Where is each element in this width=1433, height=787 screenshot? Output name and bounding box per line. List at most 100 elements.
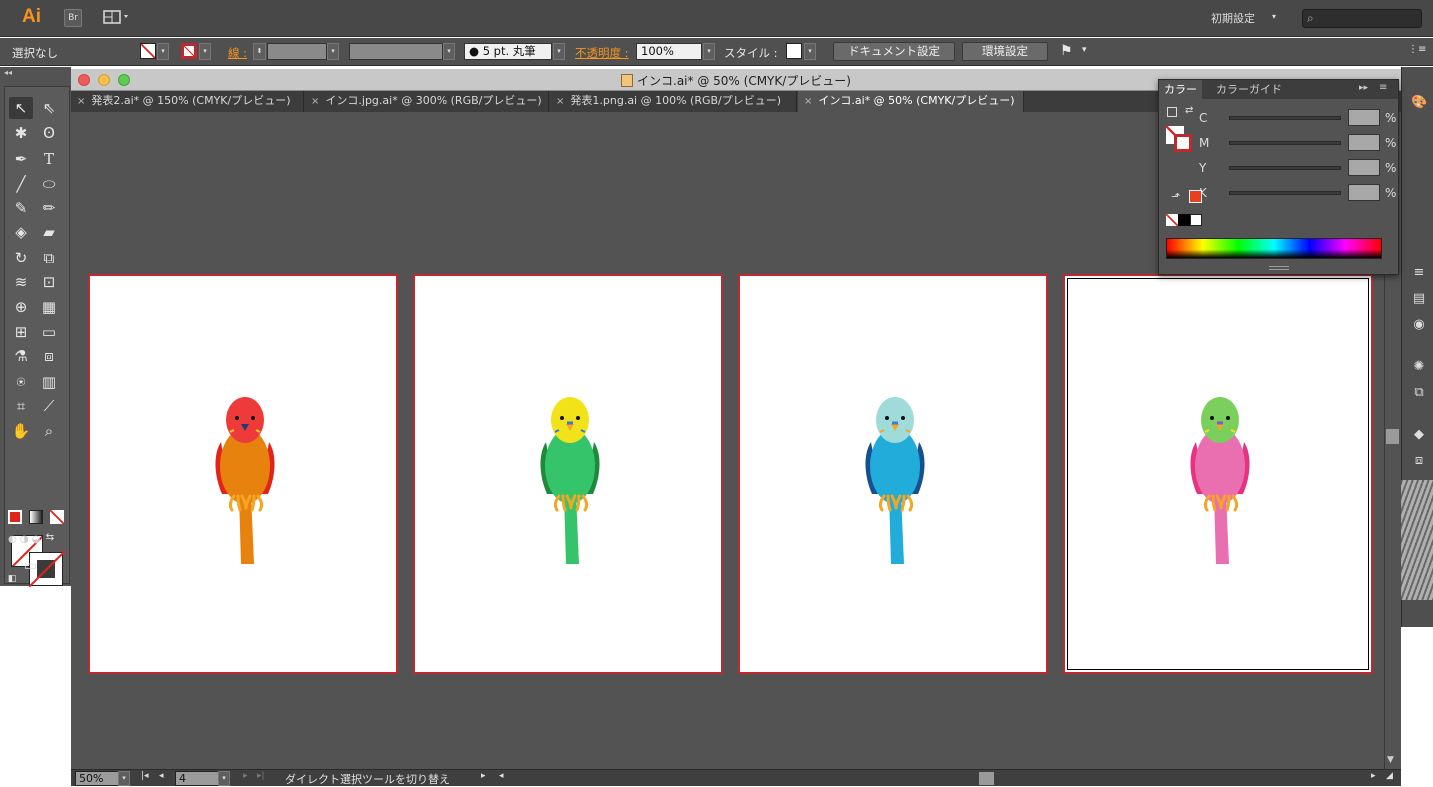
artboard-4[interactable]: [1063, 274, 1373, 674]
draw-modes-icon[interactable]: ◐ ◑ ◒: [8, 534, 62, 548]
color-mode-button[interactable]: [8, 510, 22, 524]
default-colors-icon[interactable]: ◧: [5, 573, 19, 585]
out-of-gamut-swatch[interactable]: [1189, 190, 1202, 203]
tab-inko-jpg[interactable]: × インコ.jpg.ai* @ 300% (RGB/プレビュー): [305, 91, 549, 112]
arrange-documents-button[interactable]: [102, 9, 132, 27]
expand-panel-icon[interactable]: ▸▸: [1359, 83, 1368, 93]
default-fill-stroke-icon[interactable]: [1167, 107, 1177, 117]
cyan-value[interactable]: [1348, 109, 1380, 126]
yellow-slider[interactable]: Y%: [1199, 159, 1396, 177]
panel-resize-grip[interactable]: [1269, 266, 1289, 270]
previous-artboard-icon[interactable]: ◂: [159, 771, 164, 781]
tab-hyoka2[interactable]: × 発表2.ai* @ 150% (CMYK/プレビュー): [71, 91, 304, 112]
preferences-button[interactable]: 環境設定: [962, 42, 1048, 61]
tab-color[interactable]: カラー: [1159, 80, 1202, 99]
artboard-number-field[interactable]: 4: [175, 771, 219, 786]
opacity-label[interactable]: 不透明度 :: [575, 45, 629, 61]
type-tool-icon[interactable]: T: [37, 148, 61, 170]
scroll-down-icon[interactable]: ▼: [1387, 755, 1394, 765]
symbol-sprayer-icon[interactable]: ⍟: [9, 371, 33, 393]
stroke-dropdown[interactable]: ▾: [199, 43, 211, 60]
profile-dropdown[interactable]: ▾: [443, 43, 455, 60]
close-tab-icon[interactable]: ×: [311, 96, 319, 107]
gradient-mode-button[interactable]: [29, 510, 43, 524]
graphic-style-swatch[interactable]: [786, 43, 802, 59]
gradient-panel-icon[interactable]: ▤: [1411, 291, 1427, 307]
hand-tool-icon[interactable]: ✋: [9, 420, 33, 442]
first-artboard-icon[interactable]: |◂: [141, 771, 149, 781]
cyan-slider[interactable]: C%: [1199, 109, 1396, 127]
selection-tool-icon[interactable]: ↖: [9, 97, 33, 119]
none-swatch[interactable]: [1166, 214, 1178, 226]
appearance-panel-icon[interactable]: ✺: [1411, 359, 1427, 375]
free-transform-icon[interactable]: ⊡: [37, 271, 61, 293]
none-mode-button[interactable]: [50, 510, 64, 524]
scroll-right-icon[interactable]: ▸: [1371, 771, 1376, 781]
graphic-styles-icon[interactable]: ⧉: [1411, 385, 1427, 401]
column-graph-icon[interactable]: ▥: [37, 371, 61, 393]
mesh-tool-icon[interactable]: ⊞: [9, 321, 33, 343]
resize-grip-icon[interactable]: ◢: [1386, 771, 1393, 781]
transparency-panel-icon[interactable]: ◉: [1411, 317, 1427, 333]
stroke-weight-dropdown[interactable]: ▾: [327, 43, 339, 60]
color-palette-icon[interactable]: 🎨: [1411, 95, 1427, 111]
vertical-scroll-thumb[interactable]: [1386, 429, 1399, 444]
white-swatch[interactable]: [1190, 214, 1202, 226]
tab-hyoka1-png[interactable]: × 発表1.png.ai @ 100% (RGB/プレビュー): [550, 91, 797, 112]
black-slider[interactable]: K%: [1199, 184, 1396, 202]
horizontal-scroll-thumb[interactable]: [979, 772, 994, 785]
magic-wand-icon[interactable]: ✱: [9, 122, 33, 144]
yellow-value[interactable]: [1348, 159, 1380, 176]
out-of-gamut-warning-icon[interactable]: ⬏: [1171, 190, 1180, 203]
bridge-button[interactable]: Br: [64, 9, 82, 27]
stroke-panel-icon[interactable]: ≡: [1411, 265, 1427, 281]
collapse-arrows-icon[interactable]: ◂◂: [4, 68, 12, 77]
magenta-slider[interactable]: M%: [1199, 134, 1396, 152]
brush-dropdown[interactable]: ▾: [553, 43, 565, 60]
workspace-switcher[interactable]: 初期設定: [1211, 10, 1255, 26]
rotate-tool-icon[interactable]: ↻: [9, 247, 33, 269]
stroke-swatch[interactable]: [181, 43, 197, 59]
paintbrush-tool-icon[interactable]: ✎: [9, 197, 33, 219]
document-setup-button[interactable]: ドキュメント設定: [833, 42, 955, 61]
brush-definition[interactable]: ● 5 pt. 丸筆: [464, 43, 552, 60]
tab-inko-ai[interactable]: × インコ.ai* @ 50% (CMYK/プレビュー): [798, 91, 1024, 112]
close-tab-icon[interactable]: ×: [804, 96, 812, 107]
artboard-3[interactable]: [738, 274, 1048, 674]
fill-dropdown[interactable]: ▾: [157, 43, 169, 60]
swap-icon[interactable]: ⇄: [1185, 105, 1193, 116]
blob-brush-icon[interactable]: ◈: [9, 221, 33, 243]
scale-tool-icon[interactable]: ⧉: [37, 247, 61, 269]
perspective-grid-icon[interactable]: ▦: [37, 296, 61, 318]
artboard-2[interactable]: [413, 274, 723, 674]
pencil-tool-icon[interactable]: ✏: [37, 197, 61, 219]
zoom-tool-icon[interactable]: ⌕: [37, 420, 61, 442]
pen-tool-icon[interactable]: ✒: [9, 148, 33, 170]
line-tool-icon[interactable]: ╱: [9, 173, 33, 195]
status-menu-icon[interactable]: ▸: [481, 771, 486, 781]
ellipse-tool-icon[interactable]: ⬭: [37, 173, 61, 195]
zoom-field[interactable]: 50%: [75, 771, 119, 786]
chevron-down-icon[interactable]: ▾: [1082, 45, 1087, 55]
panel-menu-icon[interactable]: ⋮≡: [1408, 44, 1426, 55]
warp-tool-icon[interactable]: ≋: [9, 271, 33, 293]
zoom-dropdown[interactable]: ▾: [118, 771, 130, 786]
artboard-1[interactable]: [88, 274, 398, 674]
tab-color-guide[interactable]: カラーガイド: [1211, 80, 1287, 99]
arrange-icon[interactable]: ⚑: [1060, 43, 1073, 59]
slice-tool-icon[interactable]: ⟋: [37, 395, 61, 417]
magenta-value[interactable]: [1348, 134, 1380, 151]
color-spectrum[interactable]: [1166, 238, 1382, 259]
search-input[interactable]: ⌕: [1302, 9, 1422, 28]
last-artboard-icon[interactable]: ▸|: [257, 771, 265, 781]
black-value[interactable]: [1348, 184, 1380, 201]
close-tab-icon[interactable]: ×: [556, 96, 564, 107]
shape-builder-icon[interactable]: ⊕: [9, 296, 33, 318]
direct-selection-tool-icon[interactable]: ⇖: [37, 97, 61, 119]
stroke-weight-stepper[interactable]: ⬍: [253, 43, 266, 60]
artboard-tool-icon[interactable]: ⌗: [9, 395, 33, 417]
gradient-tool-icon[interactable]: ▭: [37, 321, 61, 343]
stroke-weight-label[interactable]: 線 :: [228, 45, 247, 61]
artboard-dropdown[interactable]: ▾: [218, 771, 230, 786]
lasso-tool-icon[interactable]: ʘ: [37, 122, 61, 144]
